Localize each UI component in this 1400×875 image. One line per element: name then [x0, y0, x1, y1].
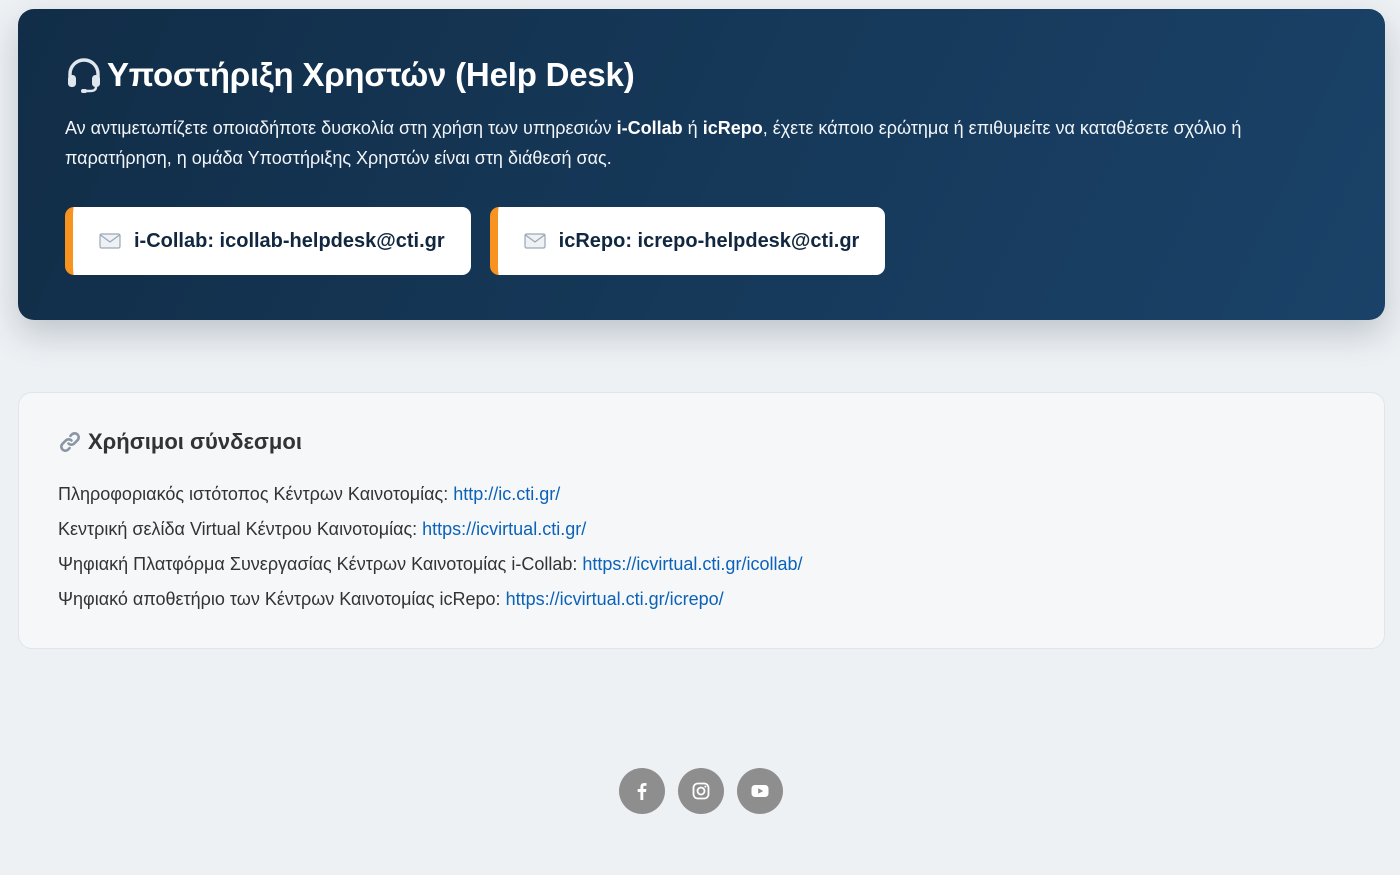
- envelope-icon: [524, 233, 546, 249]
- envelope-icon: [99, 233, 121, 249]
- hero-desc-bold2: icRepo: [702, 118, 763, 138]
- link-ic-cti[interactable]: http://ic.cti.gr/: [453, 484, 560, 504]
- link-description: Ψηφιακή Πλατφόρμα Συνεργασίας Κέντρων Κα…: [58, 554, 583, 574]
- link-description: Πληροφοριακός ιστότοπος Κέντρων Καινοτομ…: [58, 484, 454, 504]
- link-description: Κεντρική σελίδα Virtual Κέντρου Καινοτομ…: [58, 519, 423, 539]
- useful-links-title-text: Χρήσιμοι σύνδεσμοι: [88, 429, 302, 454]
- hero-desc-part1: Αν αντιμετωπίζετε οποιαδήποτε δυσκολία σ…: [65, 118, 617, 138]
- contact-label: i-Collab: icollab-helpdesk@cti.gr: [134, 229, 445, 252]
- list-item: Ψηφιακή Πλατφόρμα Συνεργασίας Κέντρων Κα…: [58, 547, 1345, 582]
- contact-card-icollab[interactable]: i-Collab: icollab-helpdesk@cti.gr: [65, 207, 471, 275]
- headset-icon: [68, 58, 100, 93]
- instagram-icon: [692, 782, 710, 800]
- useful-links-title: Χρήσιμοι σύνδεσμοι: [58, 427, 1345, 457]
- helpdesk-hero: Υποστήριξη Χρηστών (Help Desk) Αν αντιμε…: [18, 9, 1385, 320]
- instagram-button[interactable]: [678, 768, 724, 814]
- link-icrepo[interactable]: https://icvirtual.cti.gr/icrepo/: [506, 589, 724, 609]
- contact-list: i-Collab: icollab-helpdesk@cti.gr icRepo…: [65, 207, 1338, 275]
- social-links: [619, 768, 783, 814]
- useful-links-card: Χρήσιμοι σύνδεσμοι Πληροφοριακός ιστότοπ…: [18, 392, 1385, 649]
- link-description: Ψηφιακό αποθετήριο των Κέντρων Καινοτομί…: [58, 589, 506, 609]
- link-icon: [60, 432, 80, 452]
- hero-description: Αν αντιμετωπίζετε οποιαδήποτε δυσκολία σ…: [65, 113, 1315, 173]
- contact-label: icRepo: icrepo-helpdesk@cti.gr: [558, 229, 860, 252]
- page-title-text: Υποστήριξη Χρηστών (Help Desk): [107, 56, 635, 93]
- hero-desc-bold1: i-Collab: [616, 118, 683, 138]
- youtube-button[interactable]: [737, 768, 783, 814]
- links-list: Πληροφοριακός ιστότοπος Κέντρων Καινοτομ…: [58, 477, 1345, 617]
- facebook-button[interactable]: [619, 768, 665, 814]
- page-title: Υποστήριξη Χρηστών (Help Desk): [65, 55, 1338, 95]
- facebook-icon: [637, 783, 647, 800]
- link-icollab[interactable]: https://icvirtual.cti.gr/icollab/: [582, 554, 802, 574]
- contact-card-icrepo[interactable]: icRepo: icrepo-helpdesk@cti.gr: [489, 207, 886, 275]
- list-item: Κεντρική σελίδα Virtual Κέντρου Καινοτομ…: [58, 512, 1345, 547]
- list-item: Ψηφιακό αποθετήριο των Κέντρων Καινοτομί…: [58, 582, 1345, 617]
- list-item: Πληροφοριακός ιστότοπος Κέντρων Καινοτομ…: [58, 477, 1345, 512]
- link-icvirtual[interactable]: https://icvirtual.cti.gr/: [422, 519, 586, 539]
- youtube-icon: [751, 785, 769, 797]
- hero-desc-part2: ή: [682, 118, 703, 138]
